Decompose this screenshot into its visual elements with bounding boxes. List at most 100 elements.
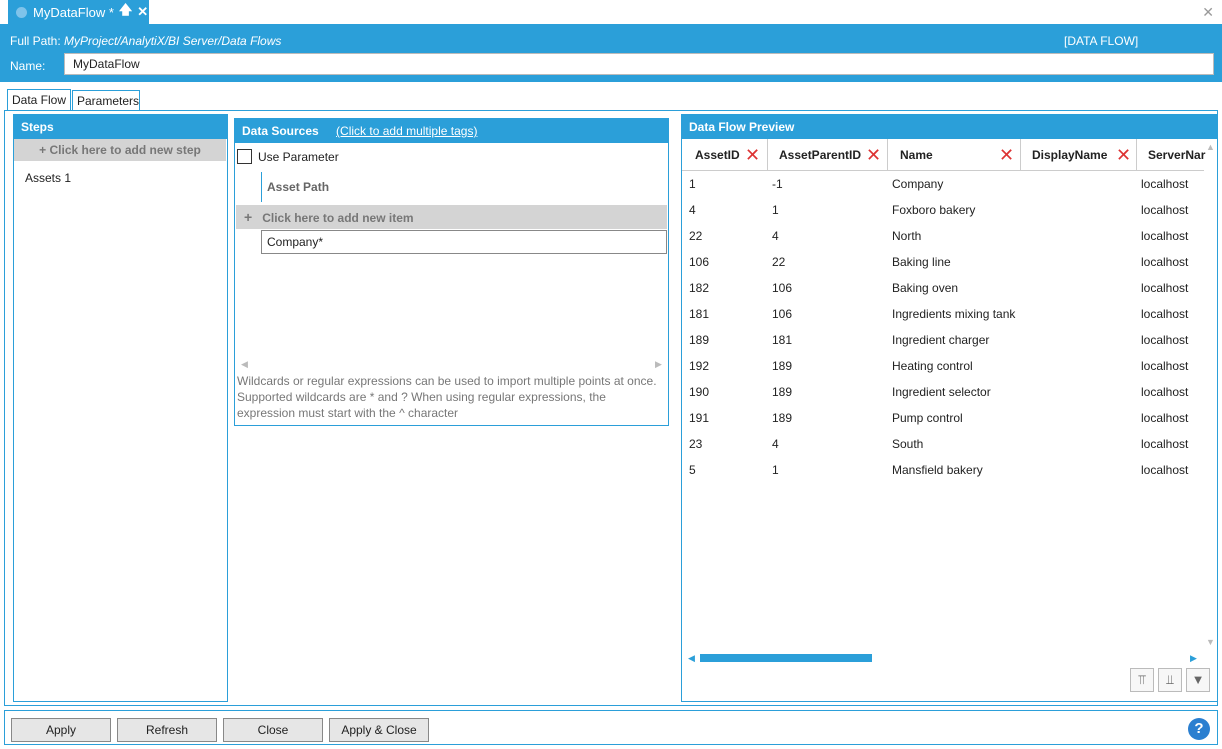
preview-grid-header: AssetID ✕ AssetParentID ✕ Name ✕ Display… <box>682 139 1205 171</box>
column-title: AssetParentID <box>779 148 862 162</box>
add-multiple-tags-link[interactable]: (Click to add multiple tags) <box>336 124 477 138</box>
wildcard-hint: Wildcards or regular expressions can be … <box>237 374 657 420</box>
hscroll-left-icon[interactable]: ◀ <box>688 653 695 664</box>
table-row[interactable]: 191 189 Pump control localhost <box>682 405 1204 431</box>
table-cell: 106 <box>772 281 793 295</box>
table-cell: Baking oven <box>892 281 959 295</box>
table-row[interactable]: 5 1 Mansfield bakery localhost <box>682 457 1204 483</box>
table-cell: localhost <box>1141 411 1189 425</box>
tab-parameters-label: Parameters <box>77 94 140 108</box>
table-row[interactable]: 182 106 Baking oven localhost <box>682 275 1204 301</box>
remove-column-icon[interactable]: ✕ <box>745 139 760 171</box>
table-cell: 5 <box>689 463 696 477</box>
column-header-name[interactable]: Name ✕ <box>888 139 1021 171</box>
footer-bar: Apply Refresh Close Apply & Close ? <box>4 710 1218 745</box>
table-row[interactable]: 189 181 Ingredient charger localhost <box>682 327 1204 353</box>
table-cell: 192 <box>689 359 710 373</box>
asset-path-column-header[interactable]: Asset Path <box>261 172 693 202</box>
table-row[interactable]: 23 4 South localhost <box>682 431 1204 457</box>
table-cell: 189 <box>689 333 710 347</box>
pin-icon[interactable]: 🡅 <box>119 1 132 23</box>
name-label: Name: <box>10 59 46 73</box>
add-item-label: Click here to add new item <box>262 211 414 225</box>
step-item-assets[interactable]: Assets 1 <box>25 171 71 185</box>
column-title: ServerNar <box>1148 148 1206 162</box>
tab-data-flow[interactable]: Data Flow <box>7 89 72 111</box>
scroll-right-icon[interactable]: ▶ <box>655 359 662 370</box>
table-row[interactable]: 181 106 Ingredients mixing tank localhost <box>682 301 1204 327</box>
clear-filter-icon[interactable]: ⫫ <box>1158 668 1182 692</box>
table-row[interactable]: 4 1 Foxboro bakery localhost <box>682 197 1204 223</box>
table-cell: localhost <box>1141 229 1189 243</box>
table-row[interactable]: 1 -1 Company localhost <box>682 171 1204 197</box>
scroll-left-icon[interactable]: ◀ <box>241 359 248 370</box>
full-path-value: MyProject/AnalytiX/BI Server/Data Flows <box>64 34 282 48</box>
table-cell: 106 <box>772 307 793 321</box>
type-tag: [DATA FLOW] <box>1064 34 1139 48</box>
refresh-button[interactable]: Refresh <box>117 718 217 742</box>
help-icon[interactable]: ? <box>1188 718 1210 740</box>
document-tab-title: MyDataFlow * <box>33 4 114 20</box>
add-item-button[interactable]: + Click here to add new item <box>236 205 667 229</box>
full-path-label: Full Path: <box>10 34 61 48</box>
horizontal-scrollbar-thumb[interactable] <box>700 654 872 662</box>
document-icon <box>16 6 27 18</box>
tab-data-flow-label: Data Flow <box>12 93 67 107</box>
vscroll-down-icon[interactable]: ▼ <box>1206 637 1215 647</box>
use-parameter-checkbox[interactable] <box>237 149 252 164</box>
table-cell: 182 <box>689 281 710 295</box>
apply-button[interactable]: Apply <box>11 718 111 742</box>
column-title: DisplayName <box>1032 148 1108 162</box>
table-cell: 4 <box>772 229 779 243</box>
column-title: Name <box>900 148 933 162</box>
remove-column-icon[interactable]: ✕ <box>866 139 881 171</box>
data-sources-title: Data Sources <box>242 124 319 138</box>
table-cell: 181 <box>689 307 710 321</box>
close-tab-icon[interactable]: ✕ <box>137 4 148 20</box>
table-row[interactable]: 192 189 Heating control localhost <box>682 353 1204 379</box>
table-cell: 190 <box>689 385 710 399</box>
filter-columns-icon[interactable]: ⫪ <box>1130 668 1154 692</box>
table-cell: 106 <box>689 255 710 269</box>
table-row[interactable]: 190 189 Ingredient selector localhost <box>682 379 1204 405</box>
table-cell: Ingredients mixing tank <box>892 307 1016 321</box>
name-input[interactable] <box>64 53 1214 75</box>
data-sources-header: Data Sources (Click to add multiple tags… <box>235 119 668 143</box>
window-close-icon[interactable]: ✕ <box>1202 4 1214 21</box>
header-band: Full Path: MyProject/AnalytiX/BI Server/… <box>0 24 1222 82</box>
funnel-icon[interactable]: ▼ <box>1186 668 1210 692</box>
hscroll-right-icon[interactable]: ▶ <box>1190 653 1197 664</box>
asset-path-row[interactable]: Company* <box>261 230 667 254</box>
table-cell: localhost <box>1141 203 1189 217</box>
remove-column-icon[interactable]: ✕ <box>1116 139 1131 171</box>
table-row[interactable]: 106 22 Baking line localhost <box>682 249 1204 275</box>
column-header-displayname[interactable]: DisplayName ✕ <box>1021 139 1137 171</box>
table-cell: 181 <box>772 333 793 347</box>
column-header-assetid[interactable]: AssetID ✕ <box>682 139 768 171</box>
tab-parameters[interactable]: Parameters <box>72 90 140 111</box>
vscroll-up-icon[interactable]: ▲ <box>1206 142 1215 152</box>
preview-header: Data Flow Preview <box>682 115 1217 139</box>
column-header-assetparentid[interactable]: AssetParentID ✕ <box>768 139 888 171</box>
add-step-button[interactable]: + Click here to add new step <box>14 139 226 161</box>
table-cell: South <box>892 437 924 451</box>
table-cell: localhost <box>1141 437 1189 451</box>
column-header-servername[interactable]: ServerNar <box>1137 139 1217 171</box>
document-tab[interactable]: MyDataFlow * 🡅 ✕ <box>8 0 149 24</box>
table-cell: localhost <box>1141 385 1189 399</box>
use-parameter-row[interactable]: Use Parameter <box>237 149 339 164</box>
remove-column-icon[interactable]: ✕ <box>999 139 1014 171</box>
table-cell: Foxboro bakery <box>892 203 976 217</box>
table-cell: -1 <box>772 177 783 191</box>
table-row[interactable]: 22 4 North localhost <box>682 223 1204 249</box>
close-button[interactable]: Close <box>223 718 323 742</box>
table-cell: localhost <box>1141 307 1189 321</box>
preview-panel: Data Flow Preview AssetID ✕ AssetParentI… <box>681 114 1218 702</box>
steps-panel: Steps + Click here to add new step Asset… <box>13 114 228 702</box>
table-cell: 189 <box>772 359 793 373</box>
table-cell: localhost <box>1141 463 1189 477</box>
table-cell: Company <box>892 177 944 191</box>
apply-close-button[interactable]: Apply & Close <box>329 718 429 742</box>
table-cell: 22 <box>689 229 703 243</box>
table-cell: 1 <box>689 177 696 191</box>
